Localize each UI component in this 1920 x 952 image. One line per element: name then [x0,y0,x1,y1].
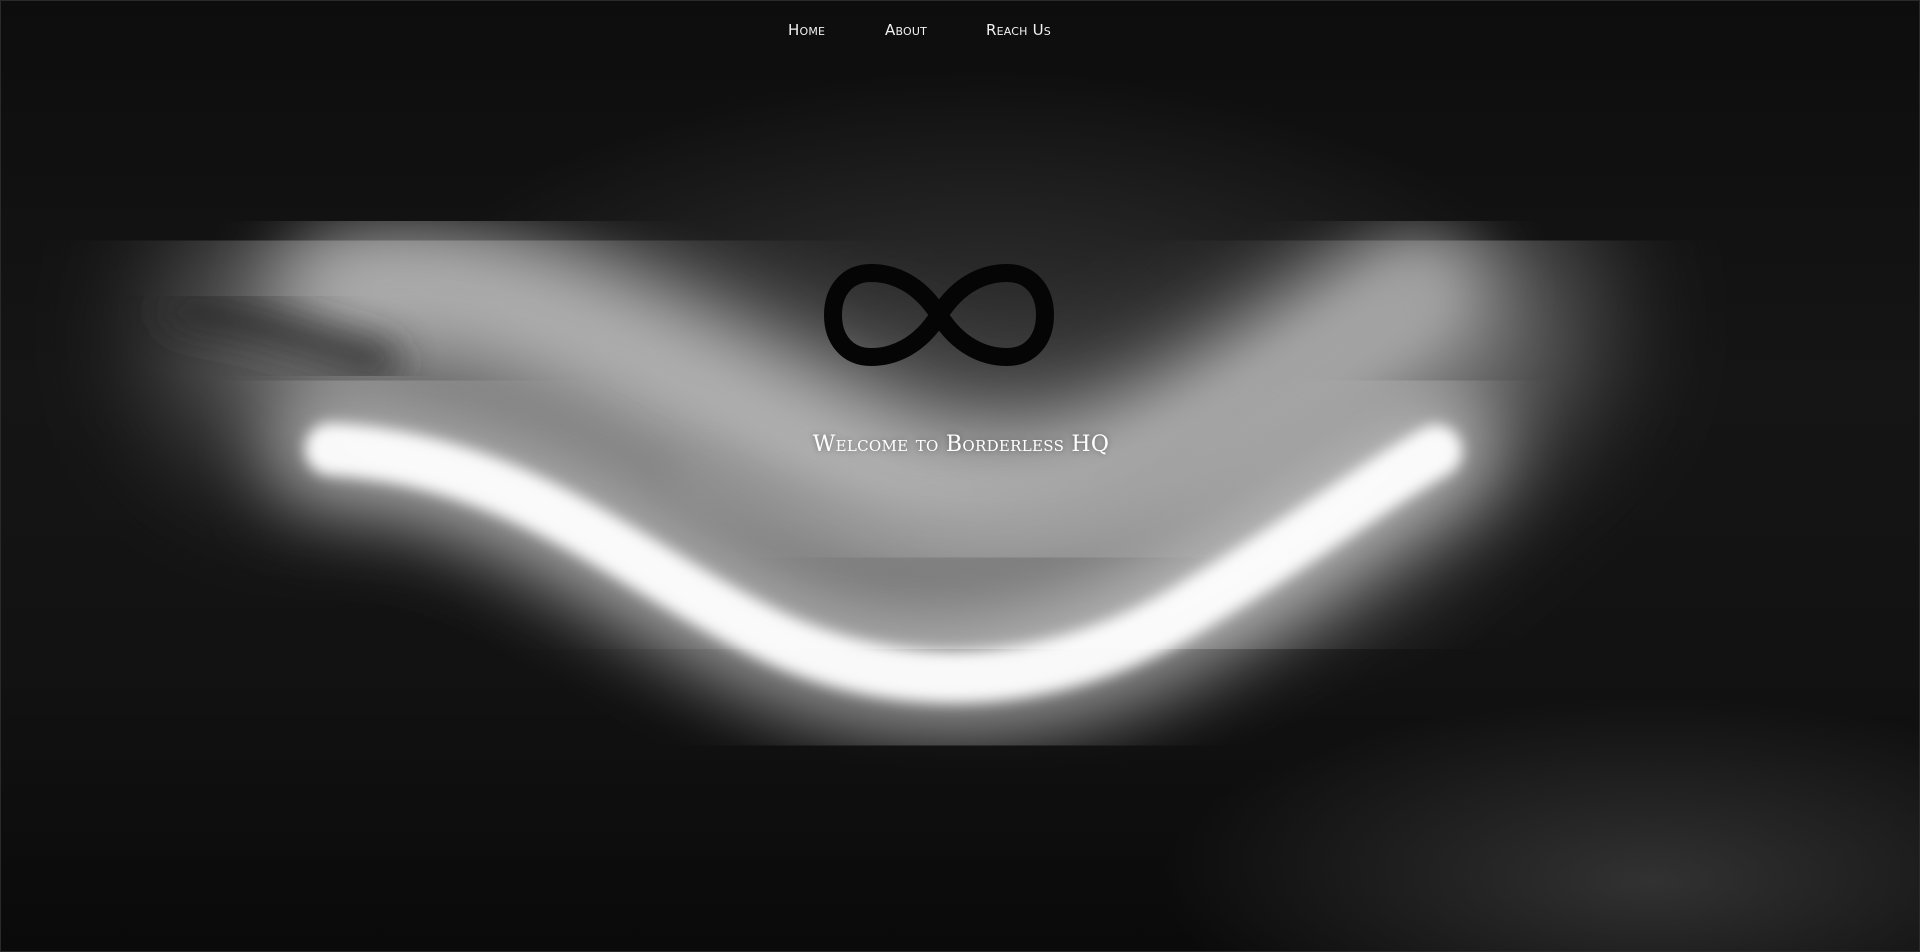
nav-home-link[interactable]: Home [788,21,825,39]
top-navigation: Home About Reach Us [1,1,1919,61]
infinity-icon [824,264,1054,366]
nav-about-link[interactable]: About [885,21,927,39]
light-streak-background [161,187,1591,737]
nav-reach-us-link[interactable]: Reach Us [986,21,1051,39]
page-background: Home About Reach Us Welcome to Borderles… [0,0,1920,952]
welcome-heading: Welcome to Borderless HQ [812,432,1110,457]
